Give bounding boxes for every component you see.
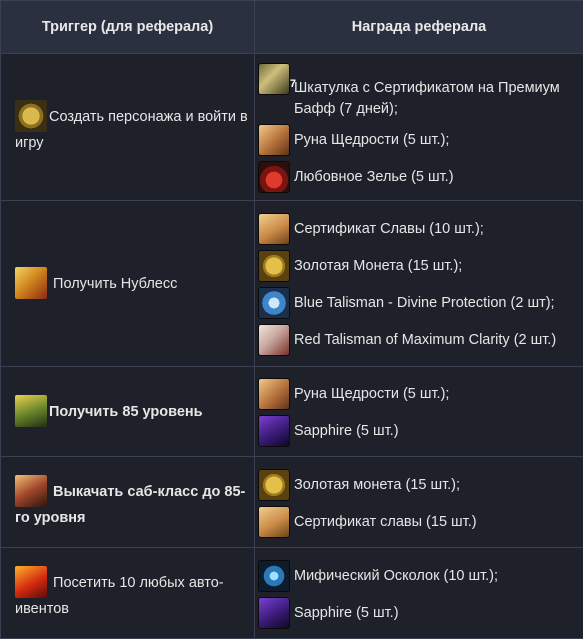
premium-box-icon: 7 xyxy=(258,63,290,95)
table-row: Создать персонажа и войти в игру 7 Шкату… xyxy=(1,54,583,201)
trigger-cell: Посетить 10 любых авто-ивентов xyxy=(1,548,255,639)
reward-cell: 7 Шкатулка с Сертификатом на Премиум Баф… xyxy=(255,54,583,201)
reward-name: Мифический Осколок (10 шт.); xyxy=(294,568,498,584)
reward-item: Руна Щедрости (5 шт.); xyxy=(258,376,583,413)
reward-name: Сертификат славы (15 шт.) xyxy=(294,514,477,530)
reward-name: Руна Щедрости (5 шт.); xyxy=(294,132,449,148)
table-row: Получить Нублесс Сертификат Славы (10 шт… xyxy=(1,201,583,367)
mythic-shard-icon xyxy=(258,560,290,592)
reward-name: Sapphire (5 шт.) xyxy=(294,423,399,439)
trigger-text: Получить Нублесс xyxy=(53,275,177,291)
love-potion-icon xyxy=(258,161,290,193)
trigger-cell: Выкачать саб-класс до 85-го уровня xyxy=(1,457,255,548)
trigger-cell: Получить 85 уровень xyxy=(1,367,255,457)
reward-item: Sapphire (5 шт.) xyxy=(258,594,583,631)
reward-cell: Мифический Осколок (10 шт.); Sapphire (5… xyxy=(255,548,583,639)
reward-item: 7 Шкатулка с Сертификатом на Премиум Баф… xyxy=(258,61,583,121)
gold-coin-icon xyxy=(258,250,290,282)
reward-name: Sapphire (5 шт.) xyxy=(294,605,399,621)
header-reward: Награда реферала xyxy=(255,1,583,54)
reward-name: Сертификат Славы (10 шт.); xyxy=(294,221,484,237)
certificate-icon xyxy=(258,506,290,538)
red-talisman-icon xyxy=(258,324,290,356)
reward-name: Любовное Зелье (5 шт.) xyxy=(294,169,454,185)
rune-icon xyxy=(258,124,290,156)
reward-item: Любовное Зелье (5 шт.) xyxy=(258,158,583,195)
reward-item: Sapphire (5 шт.) xyxy=(258,413,583,450)
gold-coin-icon xyxy=(258,469,290,501)
reward-cell: Золотая монета (15 шт.); Сертификат слав… xyxy=(255,457,583,548)
reward-name: Золотая Монета (15 шт.); xyxy=(294,258,462,274)
referral-rewards-table: Триггер (для реферала) Награда реферала … xyxy=(0,0,583,639)
reward-name: Золотая монета (15 шт.); xyxy=(294,477,460,493)
reward-name: Red Talisman of Maximum Clarity (2 шт.) xyxy=(294,332,556,348)
level-85-icon xyxy=(15,395,47,427)
sapphire-icon xyxy=(258,597,290,629)
reward-item: Золотая монета (15 шт.); xyxy=(258,466,583,503)
table-header-row: Триггер (для реферала) Награда реферала xyxy=(1,1,583,54)
reward-name: Шкатулка с Сертификатом на Премиум Бафф … xyxy=(294,63,583,120)
sapphire-icon xyxy=(258,415,290,447)
trigger-text: Создать персонажа и войти в игру xyxy=(15,108,248,150)
trigger-cell: Создать персонажа и войти в игру xyxy=(1,54,255,201)
reward-item: Сертификат славы (15 шт.) xyxy=(258,503,583,540)
rune-icon xyxy=(258,378,290,410)
gold-coin-icon xyxy=(15,100,47,132)
blue-talisman-icon xyxy=(258,287,290,319)
reward-item: Сертификат Славы (10 шт.); xyxy=(258,211,583,248)
reward-cell: Руна Щедрости (5 шт.); Sapphire (5 шт.) xyxy=(255,367,583,457)
subclass-icon xyxy=(15,475,47,507)
reward-name: Руна Щедрости (5 шт.); xyxy=(294,386,449,402)
reward-cell: Сертификат Славы (10 шт.); Золотая Монет… xyxy=(255,201,583,367)
noblesse-wings-icon xyxy=(15,267,47,299)
reward-item: Blue Talisman - Divine Protection (2 шт)… xyxy=(258,285,583,322)
header-trigger: Триггер (для реферала) xyxy=(1,1,255,54)
reward-item: Red Talisman of Maximum Clarity (2 шт.) xyxy=(258,322,583,359)
reward-item: Золотая Монета (15 шт.); xyxy=(258,248,583,285)
table-row: Посетить 10 любых авто-ивентов Мифически… xyxy=(1,548,583,639)
reward-item: Мифический Осколок (10 шт.); xyxy=(258,557,583,594)
certificate-icon xyxy=(258,213,290,245)
auto-events-icon xyxy=(15,566,47,598)
trigger-text: Получить 85 уровень xyxy=(49,403,203,419)
trigger-cell: Получить Нублесс xyxy=(1,201,255,367)
trigger-text: Выкачать саб-класс до 85-го уровня xyxy=(15,483,245,525)
item-count-badge: 7 xyxy=(290,78,296,90)
reward-name: Blue Talisman - Divine Protection (2 шт)… xyxy=(294,295,555,311)
table-row: Получить 85 уровень Руна Щедрости (5 шт.… xyxy=(1,367,583,457)
reward-item: Руна Щедрости (5 шт.); xyxy=(258,121,583,158)
table-row: Выкачать саб-класс до 85-го уровня Золот… xyxy=(1,457,583,548)
